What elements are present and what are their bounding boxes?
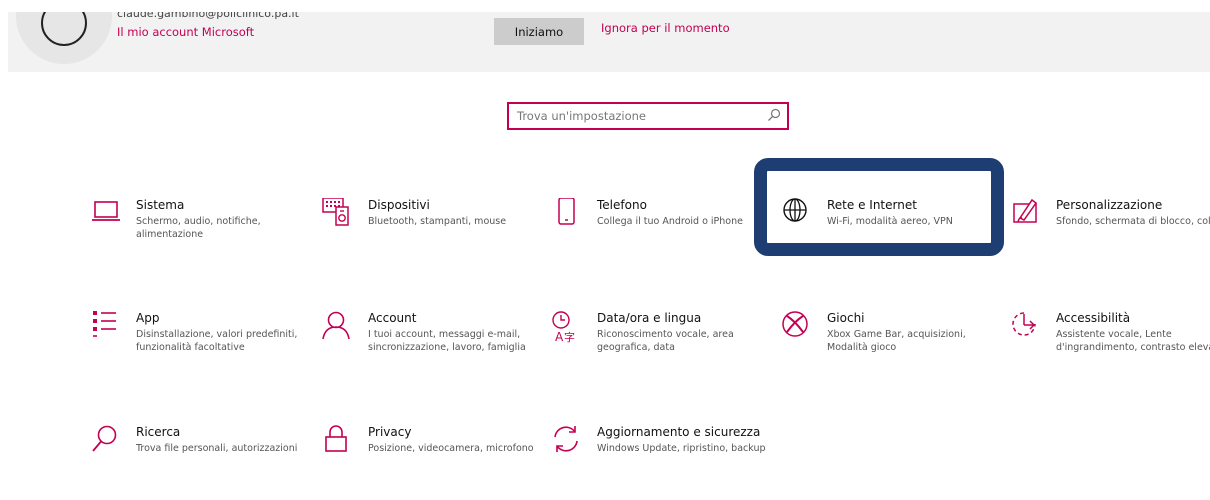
- search-icon: [90, 425, 124, 459]
- tile-desc: Riconoscimento vocale, area geografica, …: [597, 329, 734, 353]
- tile-desc: Xbox Game Bar, acquisizioni, Modalità gi…: [827, 329, 966, 353]
- tile-title: App: [136, 311, 160, 325]
- tile-title: Ricerca: [136, 425, 181, 439]
- tile-privacy[interactable]: Privacy Posizione, videocamera, microfon…: [322, 425, 537, 500]
- tile-title: Telefono: [597, 198, 647, 212]
- account-banner: claude.gambino@policlinico.pa.it Il mio …: [8, 12, 1210, 72]
- highlight-frame: [754, 158, 1004, 256]
- tile-sistema[interactable]: Sistema Schermo, audio, notifiche, alime…: [90, 198, 305, 273]
- tile-aggiornamento-sicurezza[interactable]: Aggiornamento e sicurezza Windows Update…: [551, 425, 766, 500]
- tile-desc: Trova file personali, autorizzazioni: [136, 443, 298, 454]
- tile-data-ora-lingua[interactable]: A字 Data/ora e lingua Riconoscimento voca…: [551, 311, 766, 386]
- tile-personalizzazione[interactable]: Personalizzazione Sfondo, schermata di b…: [1010, 198, 1210, 273]
- tile-title: Giochi: [827, 311, 865, 325]
- search-icon[interactable]: [767, 108, 781, 122]
- devices-icon: [322, 198, 356, 232]
- tile-telefono[interactable]: Telefono Collega il tuo Android o iPhone: [551, 198, 766, 273]
- tile-app[interactable]: App Disinstallazione, valori predefiniti…: [90, 311, 305, 386]
- tile-desc: Schermo, audio, notifiche, alimentazione: [136, 216, 261, 240]
- tile-title: Account: [368, 311, 417, 325]
- microsoft-account-link[interactable]: Il mio account Microsoft: [117, 25, 254, 39]
- tile-accessibilita[interactable]: Accessibilità Assistente vocale, Lente d…: [1010, 311, 1210, 386]
- tile-desc: Bluetooth, stampanti, mouse: [368, 216, 507, 227]
- svg-text:A: A: [555, 330, 564, 344]
- tile-title: Personalizzazione: [1056, 198, 1163, 212]
- laptop-icon: [90, 198, 124, 232]
- start-button[interactable]: Iniziamo: [494, 18, 584, 45]
- tile-desc: Collega il tuo Android o iPhone: [597, 216, 743, 227]
- tile-desc: Windows Update, ripristino, backup: [597, 443, 766, 454]
- tile-title: Dispositivi: [368, 198, 430, 212]
- paint-icon: [1010, 198, 1044, 232]
- tile-account[interactable]: Account I tuoi account, messaggi e-mail,…: [322, 311, 537, 386]
- account-email: claude.gambino@policlinico.pa.it: [117, 12, 299, 20]
- phone-icon: [551, 198, 585, 232]
- time-language-icon: A字: [551, 311, 585, 345]
- tile-title: Aggiornamento e sicurezza: [597, 425, 761, 439]
- tile-desc: Posizione, videocamera, microfono: [368, 443, 534, 454]
- skip-for-now-link[interactable]: Ignora per il momento: [601, 21, 730, 35]
- search-placeholder: Trova un'impostazione: [517, 109, 647, 123]
- tile-dispositivi[interactable]: Dispositivi Bluetooth, stampanti, mouse: [322, 198, 537, 273]
- tile-title: Sistema: [136, 198, 185, 212]
- person-icon: [322, 311, 356, 345]
- xbox-icon: [781, 311, 815, 345]
- tile-title: Privacy: [368, 425, 412, 439]
- accessibility-icon: [1010, 311, 1044, 345]
- apps-list-icon: [90, 311, 124, 345]
- avatar[interactable]: [16, 12, 112, 64]
- tile-title: Data/ora e lingua: [597, 311, 702, 325]
- tile-desc: Disinstallazione, valori predefiniti, fu…: [136, 329, 298, 353]
- tile-giochi[interactable]: Giochi Xbox Game Bar, acquisizioni, Moda…: [781, 311, 996, 386]
- tile-desc: Assistente vocale, Lente d'ingrandimento…: [1056, 329, 1210, 353]
- tile-desc: I tuoi account, messaggi e-mail, sincron…: [368, 329, 526, 353]
- avatar-person-icon: [41, 12, 87, 46]
- tile-title: Accessibilità: [1056, 311, 1131, 325]
- tile-ricerca[interactable]: Ricerca Trova file personali, autorizzaz…: [90, 425, 305, 500]
- settings-search-input[interactable]: Trova un'impostazione: [507, 102, 789, 130]
- svg-text:字: 字: [564, 330, 575, 344]
- lock-icon: [322, 425, 356, 459]
- tile-desc: Sfondo, schermata di blocco, colori: [1056, 216, 1210, 227]
- sync-icon: [551, 425, 585, 459]
